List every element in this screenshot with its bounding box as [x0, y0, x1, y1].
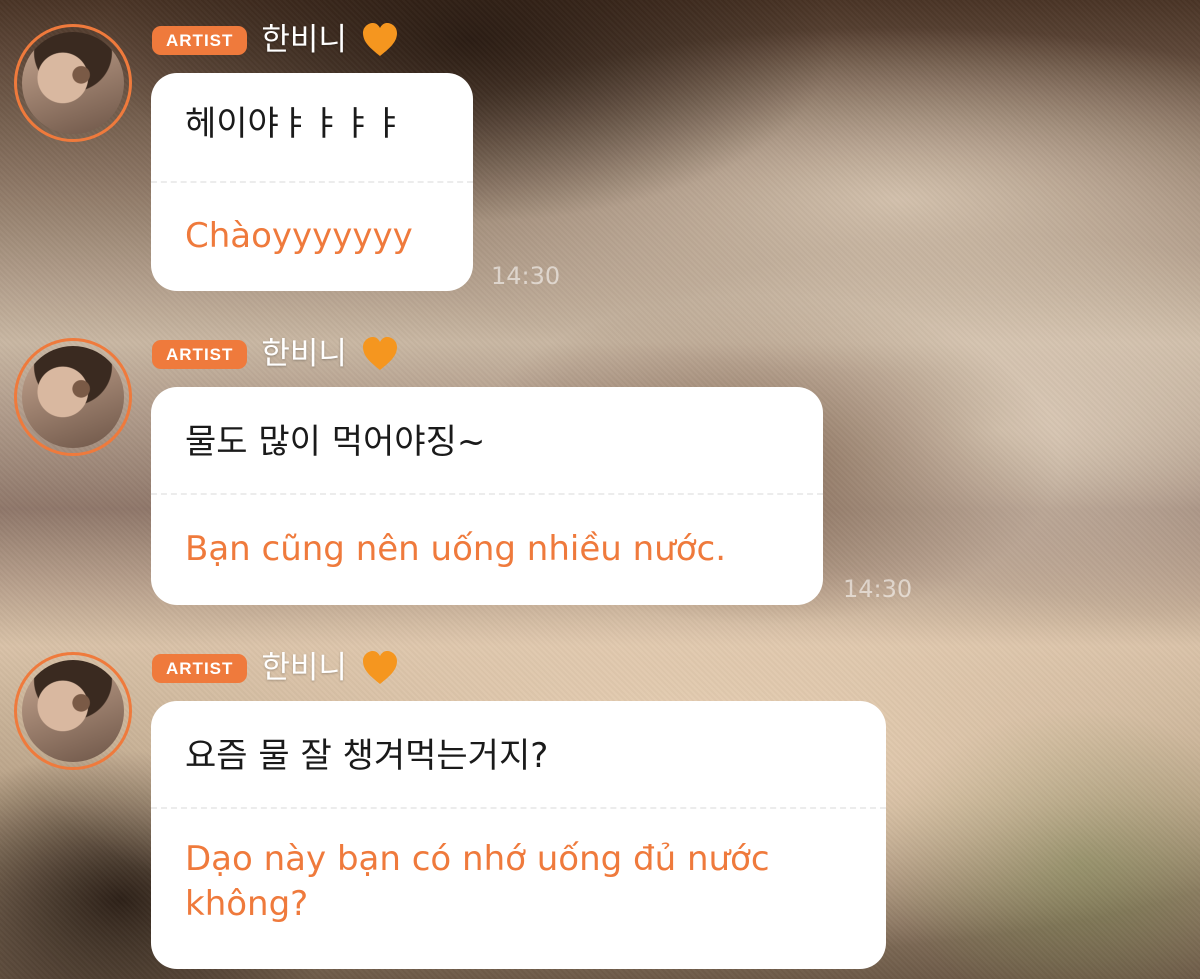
original-text: 요즘 물 잘 챙겨먹는거지?	[185, 736, 549, 776]
author-name[interactable]: 한비니	[261, 338, 347, 370]
artist-badge: ARTIST	[152, 339, 248, 369]
author-name[interactable]: 한비니	[261, 652, 347, 684]
message-bubble[interactable]: 요즘 물 잘 챙겨먹는거지? Dạo này bạn có nhớ uống đ…	[151, 701, 886, 969]
translated-text: Chàoyyyyyyy	[185, 216, 413, 256]
orange-heart-icon	[362, 651, 397, 684]
artist-badge: ARTIST	[152, 653, 248, 683]
author-row: ARTIST 한비니	[152, 20, 399, 60]
artist-avatar[interactable]	[14, 24, 132, 142]
author-name[interactable]: 한비니	[261, 24, 347, 56]
author-row: ARTIST 한비니	[152, 648, 399, 688]
message-bubble[interactable]: 물도 많이 먹어야징~ Bạn cũng nên uống nhiều nước…	[151, 387, 823, 605]
avatar-image	[22, 346, 124, 448]
message-time: 14:30	[843, 575, 913, 603]
avatar-image	[22, 32, 124, 134]
translated-text: Bạn cũng nên uống nhiều nước.	[185, 529, 727, 569]
orange-heart-icon	[362, 23, 397, 56]
author-row: ARTIST 한비니	[152, 334, 399, 374]
translated-text: Dạo này bạn có nhớ uống đủ nước không?	[185, 839, 770, 924]
avatar-image	[22, 660, 124, 762]
artist-avatar[interactable]	[14, 652, 132, 770]
orange-heart-icon	[362, 337, 397, 370]
message-time: 14:30	[491, 262, 561, 290]
original-text: 헤이야ㅑㅑㅑㅑ	[185, 104, 404, 144]
original-text: 물도 많이 먹어야징~	[185, 422, 486, 462]
artist-avatar[interactable]	[14, 338, 132, 456]
chat-screen: ARTIST 한비니 헤이야ㅑㅑㅑㅑ Chàoyyyyyyy 14:30 ART…	[0, 0, 1200, 979]
artist-badge: ARTIST	[152, 25, 248, 55]
message-bubble[interactable]: 헤이야ㅑㅑㅑㅑ Chàoyyyyyyy	[151, 73, 473, 291]
